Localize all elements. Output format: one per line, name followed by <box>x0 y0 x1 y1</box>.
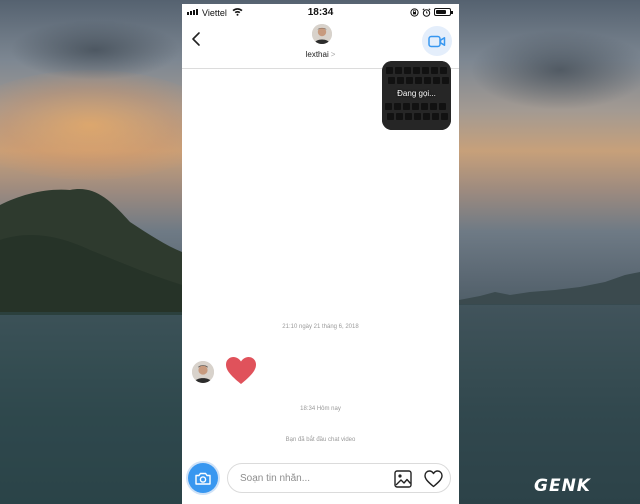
video-camera-icon <box>428 35 446 47</box>
system-message: Bạn đã bắt đầu chat video <box>285 437 356 443</box>
username-text: lexthai <box>305 50 329 59</box>
gallery-image-icon[interactable] <box>394 470 412 488</box>
battery-icon <box>434 8 453 16</box>
message-box <box>227 463 451 493</box>
video-call-status: Đang gọi... <box>397 89 436 98</box>
user-avatar-icon <box>192 361 214 383</box>
camera-button[interactable] <box>188 463 218 493</box>
battery-fill <box>436 10 446 14</box>
message-input[interactable] <box>240 464 380 492</box>
timestamp: 18:34 Hôm nay <box>300 406 341 412</box>
alarm-icon <box>422 8 431 17</box>
phone-screen: Viettel 18:34 lexthai > Đang gọi... 21:1… <box>182 4 459 504</box>
back-chevron-icon[interactable] <box>188 30 206 48</box>
timestamp: 21:10 ngày 21 tháng 6, 2018 <box>282 324 359 330</box>
chat-username[interactable]: lexthai > <box>182 50 459 59</box>
rotation-lock-icon <box>410 8 419 17</box>
sender-avatar[interactable] <box>192 361 214 383</box>
heart-message-icon[interactable] <box>225 356 257 385</box>
message-composer <box>182 460 459 504</box>
heart-icon[interactable] <box>424 470 443 488</box>
avatar[interactable] <box>312 24 332 44</box>
chevron-right-icon: > <box>330 50 336 59</box>
user-avatar-icon <box>312 24 332 44</box>
status-bar: Viettel 18:34 <box>182 4 459 22</box>
camera-icon <box>195 472 211 485</box>
watermark-logo: GENK <box>534 476 591 496</box>
video-call-preview[interactable]: Đang gọi... <box>382 61 451 130</box>
video-call-button[interactable] <box>422 26 452 56</box>
